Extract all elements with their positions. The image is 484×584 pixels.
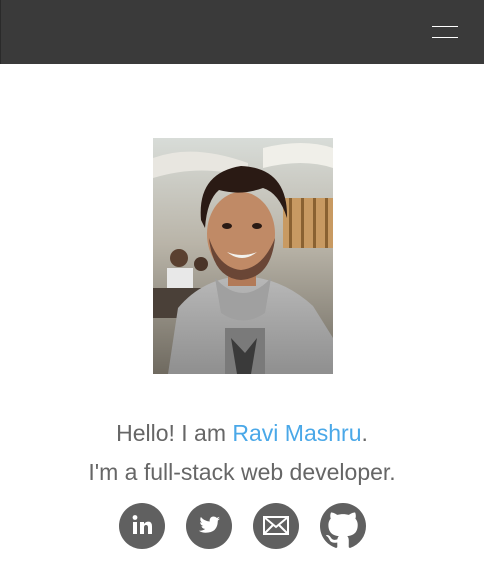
profile-name: Ravi Mashru: [232, 420, 362, 446]
top-navbar: [0, 0, 484, 64]
hamburger-menu-icon: [432, 26, 458, 27]
hamburger-menu-button[interactable]: [424, 18, 464, 46]
greeting-suffix: .: [361, 420, 368, 446]
github-icon: [320, 503, 366, 548]
linkedin-link[interactable]: [119, 503, 165, 549]
tagline: I'm a full-stack web developer.: [88, 459, 396, 485]
greeting-prefix: Hello! I am: [116, 420, 233, 446]
twitter-icon: [198, 516, 220, 533]
github-link[interactable]: [320, 503, 366, 549]
social-links: [0, 503, 484, 551]
twitter-link[interactable]: [186, 503, 232, 549]
linkedin-icon: [132, 515, 152, 534]
profile-photo: [153, 138, 333, 374]
greeting-text: Hello! I am Ravi Mashru.: [0, 419, 484, 447]
email-link[interactable]: [253, 503, 299, 549]
email-icon: [263, 516, 289, 535]
